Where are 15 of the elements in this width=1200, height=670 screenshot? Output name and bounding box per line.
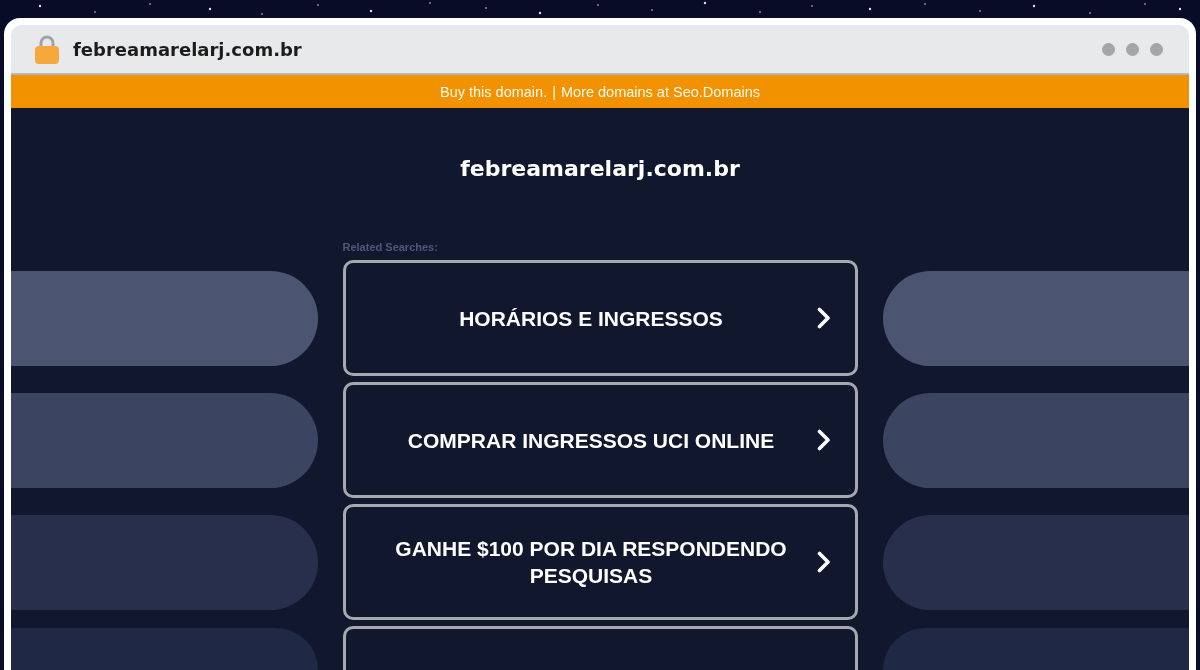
related-search-button[interactable]: COMPRAR INGRESSOS UCI ONLINE [342, 382, 858, 498]
window-dot-icon [1150, 42, 1163, 56]
window-dot-icon [1102, 42, 1115, 56]
chevron-right-icon [816, 429, 831, 451]
address-text: febreamarelarj.com.br [73, 38, 302, 60]
link-separator: | [552, 83, 556, 100]
related-search-button[interactable]: GANHE $100 POR DIA RESPONDENDO PESQUISAS [342, 504, 858, 620]
chevron-right-icon [816, 551, 831, 573]
padlock-icon [35, 34, 59, 64]
page-title: febreamarelarj.com.br [460, 155, 740, 183]
related-search-button[interactable] [342, 626, 858, 670]
chevron-right-icon [816, 307, 831, 329]
window-dot-icon [1126, 42, 1139, 56]
related-searches-label: Related Searches: [342, 240, 438, 254]
related-search-button[interactable]: HORÁRIOS E INGRESSOS [342, 260, 858, 376]
